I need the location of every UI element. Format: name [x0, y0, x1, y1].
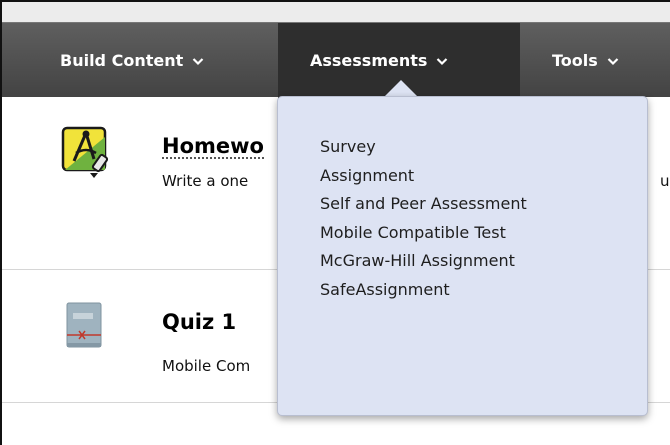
top-strip	[2, 2, 670, 22]
menu-item-self-peer-assessment[interactable]: Self and Peer Assessment	[320, 190, 527, 219]
assessments-label: Assessments	[310, 51, 428, 70]
build-content-button[interactable]: Build Content	[60, 23, 280, 98]
build-content-label: Build Content	[60, 51, 184, 70]
test-icon	[66, 302, 102, 348]
menu-item-survey[interactable]: Survey	[320, 133, 527, 162]
item-title[interactable]: Quiz 1	[162, 310, 236, 334]
tools-button[interactable]: Tools	[532, 23, 670, 98]
assessments-dropdown-menu: Survey Assignment Self and Peer Assessme…	[277, 96, 648, 416]
menu-item-assignment[interactable]: Assignment	[320, 162, 527, 191]
assessments-menu-list: Survey Assignment Self and Peer Assessme…	[320, 133, 527, 305]
dropdown-pointer	[384, 80, 418, 97]
chevron-down-icon	[437, 57, 448, 65]
menu-item-mobile-compatible-test[interactable]: Mobile Compatible Test	[320, 219, 527, 248]
item-title-link[interactable]: Homewo	[162, 135, 264, 159]
assignment-icon	[61, 126, 109, 178]
menu-item-mcgraw-hill-assignment[interactable]: McGraw-Hill Assignment	[320, 247, 527, 276]
tools-label: Tools	[552, 51, 598, 70]
item-description: Write a one	[162, 172, 249, 190]
chevron-down-icon	[192, 57, 204, 65]
item-description: Mobile Com	[162, 357, 251, 375]
item-description-clipped: ur	[660, 172, 670, 190]
menu-item-safeassignment[interactable]: SafeAssignment	[320, 276, 527, 305]
chevron-down-icon	[607, 57, 619, 65]
content-area-frame: Build Content Assessments Tools Homewo W…	[0, 0, 670, 445]
action-bar: Build Content Assessments Tools	[2, 22, 670, 98]
